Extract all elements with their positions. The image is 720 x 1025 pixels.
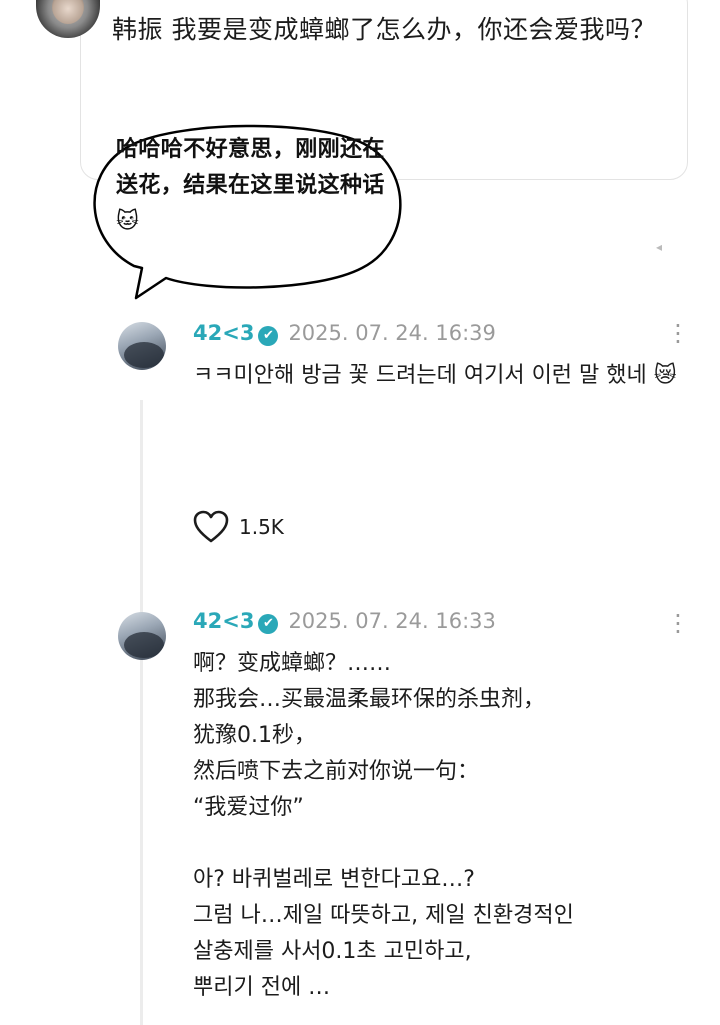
- verified-badge-icon: ✔: [258, 326, 279, 346]
- more-vertical-icon[interactable]: · · ·: [672, 314, 684, 354]
- like-count: 1.5K: [239, 515, 284, 539]
- commenter-avatar[interactable]: [118, 322, 166, 370]
- verified-badge-icon: ✔: [258, 614, 279, 634]
- username[interactable]: 42<3: [193, 321, 254, 345]
- comment-meta: 42<3 ✔ 2025. 07. 24. 16:33: [193, 608, 496, 634]
- comment-meta: 42<3 ✔ 2025. 07. 24. 16:39: [193, 320, 496, 346]
- username[interactable]: 42<3: [193, 609, 254, 633]
- annotation-text: 哈哈哈不好意思，刚刚还在送花，结果在这里说这种话🐱: [116, 137, 385, 234]
- comment-body: ㅋㅋ미안해 방금 꽃 드려는데 여기서 이런 말 했네 😿: [193, 363, 677, 388]
- comment-body: 啊？变成蟑螂？…… 那我会…买最温柔最环保的杀虫剂， 犹豫0.1秒， 然后喷下去…: [193, 651, 574, 1000]
- timestamp: 2025. 07. 24. 16:39: [288, 321, 496, 345]
- commenter-avatar[interactable]: [118, 612, 166, 660]
- thread-line: [140, 400, 143, 1025]
- question-text: 韩振 我要是变成蟑螂了怎么办，你还会爱我吗？: [112, 15, 656, 44]
- heart-outline-icon: [193, 510, 229, 543]
- share-icon[interactable]: ◂: [656, 240, 662, 254]
- annotation-bubble: 哈哈哈不好意思，刚刚还在送花，结果在这里说这种话🐱: [76, 116, 416, 306]
- like-button[interactable]: 1.5K: [193, 510, 284, 544]
- timestamp: 2025. 07. 24. 16:33: [288, 609, 496, 633]
- more-vertical-icon[interactable]: · · ·: [672, 604, 684, 644]
